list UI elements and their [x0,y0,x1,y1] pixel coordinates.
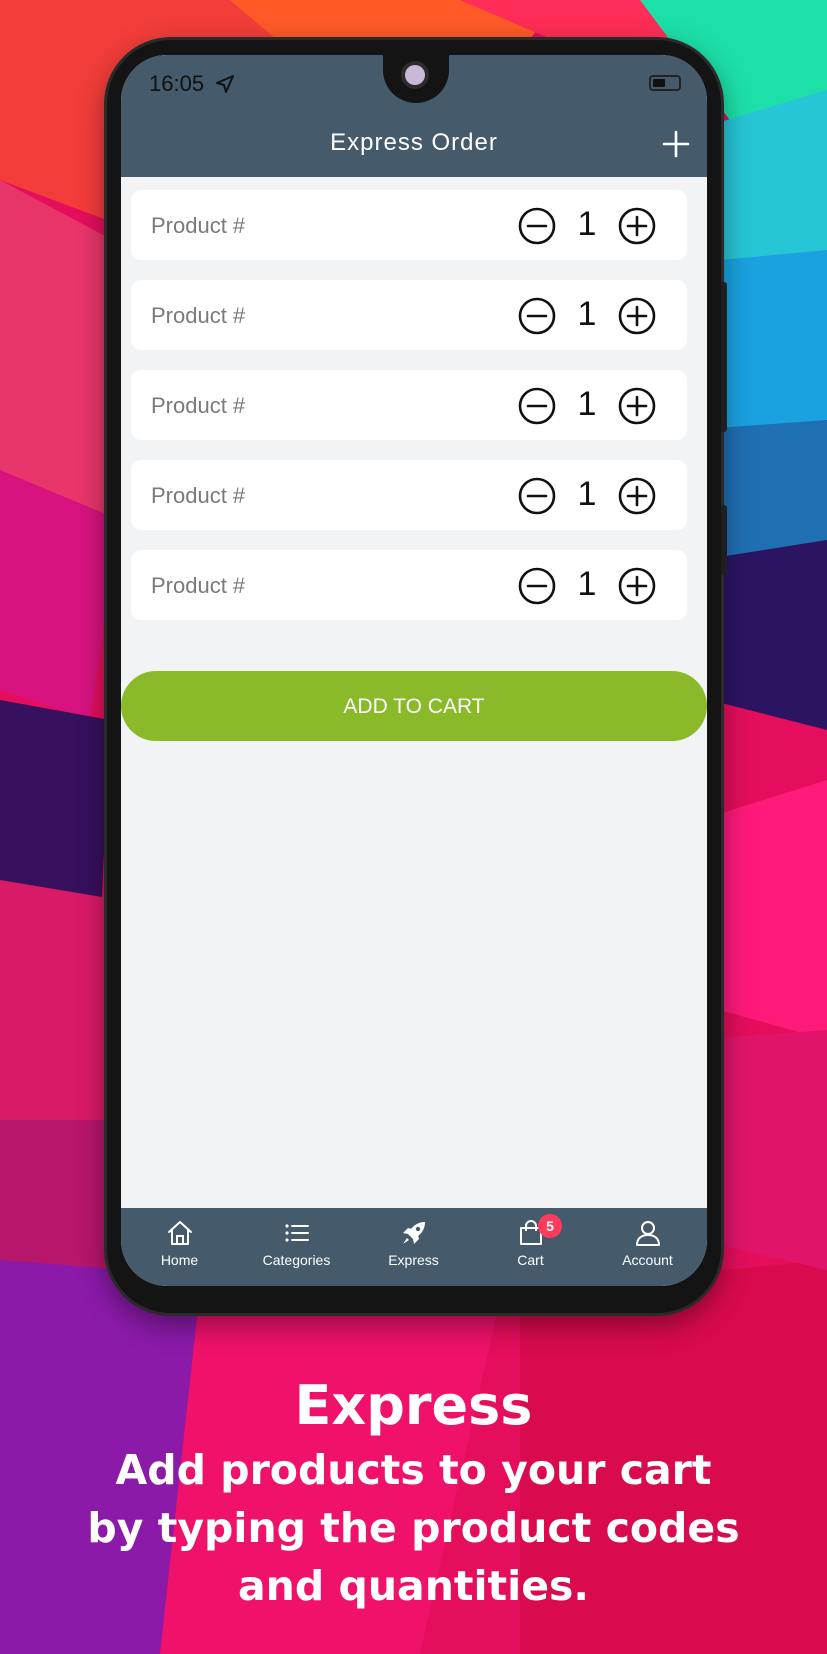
quantity-value: 1 [577,295,597,333]
minus-circle-icon[interactable] [517,296,557,336]
front-camera [405,65,425,85]
minus-circle-icon[interactable] [517,386,557,426]
tab-express[interactable]: Express [355,1208,472,1286]
caption-line: Add products to your cart [115,1446,712,1494]
battery-icon [649,75,681,91]
product-row: 1 [131,280,687,350]
caption-line: and quantities. [238,1562,589,1610]
product-row: 1 [131,550,687,620]
product-row: 1 [131,190,687,260]
tab-home[interactable]: Home [121,1208,238,1286]
plus-icon[interactable] [661,129,691,159]
product-code-input[interactable] [149,564,493,608]
plus-circle-icon[interactable] [617,296,657,336]
user-icon [636,1221,660,1246]
tab-cart[interactable]: 5 Cart [472,1208,589,1286]
product-row: 1 [131,460,687,530]
app-screen: 16:05 Express Order 1 1 1 1 1 ADD TO CART Ho… [121,55,707,1286]
product-code-input[interactable] [149,384,493,428]
volume-button [721,282,727,432]
location-arrow-icon [216,75,234,93]
power-button [721,505,727,575]
add-to-cart-button[interactable]: ADD TO CART [121,671,707,741]
product-code-input[interactable] [149,474,493,518]
tab-categories[interactable]: Categories [238,1208,355,1286]
cart-badge: 5 [538,1214,562,1238]
bottom-tab-bar: Home Categories Express 5 Cart Account [121,1208,707,1286]
quantity-value: 1 [577,565,597,603]
app-header: 16:05 Express Order [121,55,707,177]
quantity-value: 1 [577,475,597,513]
plus-circle-icon[interactable] [617,476,657,516]
product-code-input[interactable] [149,294,493,338]
page-title: Express Order [330,129,498,156]
caption-line: by typing the product codes [87,1504,740,1552]
plus-circle-icon[interactable] [617,386,657,426]
product-row: 1 [131,370,687,440]
minus-circle-icon[interactable] [517,476,557,516]
minus-circle-icon[interactable] [517,206,557,246]
tab-home-label: Home [160,1252,199,1268]
home-icon [168,1221,192,1245]
caption-title: Express [294,1374,533,1437]
minus-circle-icon[interactable] [517,566,557,606]
tab-express-label: Express [388,1252,439,1268]
product-code-input[interactable] [149,204,493,248]
camera-notch [383,55,449,103]
list-icon [285,1224,309,1242]
tab-categories-label: Categories [262,1252,331,1268]
quantity-value: 1 [577,385,597,423]
tab-account-label: Account [622,1252,673,1268]
tab-cart-label: Cart [517,1252,544,1268]
tab-account[interactable]: Account [589,1208,706,1286]
rocket-icon [403,1222,425,1244]
plus-circle-icon[interactable] [617,566,657,606]
plus-circle-icon[interactable] [617,206,657,246]
status-time: 16:05 [149,71,205,96]
quantity-value: 1 [577,205,597,243]
